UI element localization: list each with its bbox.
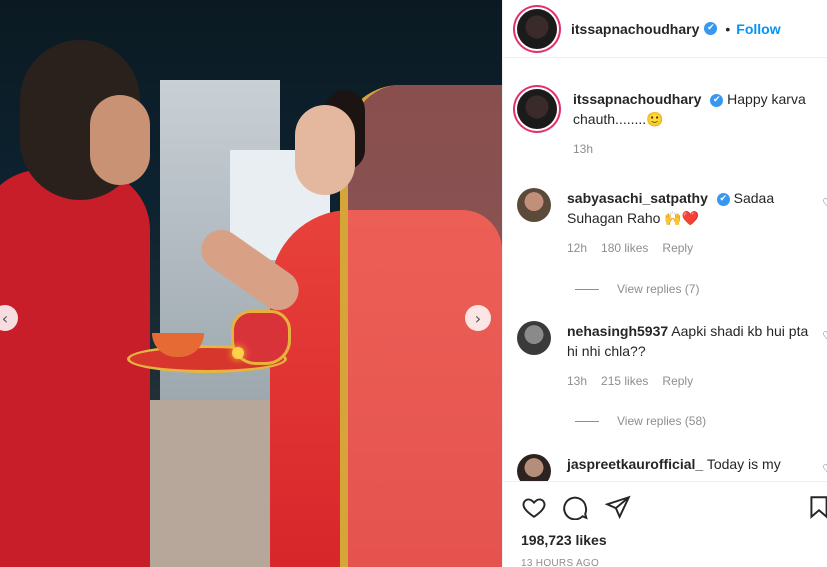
view-replies-button[interactable]: View replies (58) <box>575 414 706 428</box>
chevron-right-icon: › <box>474 308 482 328</box>
heart-icon[interactable] <box>521 494 547 520</box>
caption-meta: 13h <box>573 139 827 159</box>
commenter-avatar[interactable] <box>517 321 551 355</box>
commenter-avatar[interactable] <box>517 188 551 222</box>
post-timestamp[interactable]: 13 HOURS AGO <box>521 558 599 567</box>
caption-username[interactable]: itssapnachoudhary <box>573 91 701 107</box>
author-avatar-small[interactable] <box>517 89 557 129</box>
comment-text: Today is my <box>706 456 781 472</box>
comment-username[interactable]: nehasingh5937 <box>567 323 668 339</box>
like-comment-heart-icon[interactable]: ♡ <box>822 196 827 210</box>
comment-likes[interactable]: 215 likes <box>601 371 648 391</box>
author-username[interactable]: itssapnachoudhary <box>571 21 699 37</box>
comment-item: nehasingh5937 Aapki shadi kb hui pta hi … <box>517 321 827 391</box>
chevron-left-icon: ‹ <box>1 308 9 328</box>
comment-time[interactable]: 12h <box>567 238 587 258</box>
bookmark-icon[interactable] <box>806 494 827 520</box>
post-side-panel: itssapnachoudhary ✔ • Follow itssapnacho… <box>502 0 827 567</box>
caption-time[interactable]: 13h <box>573 139 593 159</box>
view-replies-label: View replies (58) <box>617 414 707 428</box>
post-header: itssapnachoudhary ✔ • Follow <box>503 0 827 58</box>
next-image-button[interactable]: › <box>465 305 491 331</box>
post-actions: 198,723 likes 13 HOURS AGO <box>503 481 827 567</box>
like-comment-heart-icon[interactable]: ♡ <box>822 329 827 343</box>
comment-item: jaspreetkaurofficial_ Today is my ♡ <box>517 454 827 481</box>
comments-list[interactable]: itssapnachoudhary ✔ Happy karva chauth..… <box>503 59 827 481</box>
comment-meta: 13h 215 likes Reply <box>567 371 822 391</box>
comment-time[interactable]: 13h <box>567 371 587 391</box>
verified-badge-icon: ✔ <box>704 22 718 35</box>
verified-badge-icon: ✔ <box>716 192 730 206</box>
comment-likes[interactable]: 180 likes <box>601 238 648 258</box>
verified-badge-icon: ✔ <box>710 93 724 107</box>
separator-dot: • <box>725 20 731 37</box>
reply-button[interactable]: Reply <box>662 371 693 391</box>
comment-username[interactable]: jaspreetkaurofficial_ <box>567 456 703 472</box>
like-count[interactable]: 198,723 likes <box>521 532 607 548</box>
like-comment-heart-icon[interactable]: ♡ <box>822 462 827 476</box>
comment-meta: 12h 180 likes Reply <box>567 238 822 258</box>
replies-divider <box>575 420 599 422</box>
reply-button[interactable]: Reply <box>662 238 693 258</box>
comment-username[interactable]: sabyasachi_satpathy <box>567 190 708 206</box>
comment-icon[interactable] <box>563 494 589 520</box>
replies-divider <box>575 288 599 290</box>
man-figure <box>0 170 150 567</box>
caption: itssapnachoudhary ✔ Happy karva chauth..… <box>517 89 827 159</box>
commenter-avatar[interactable] <box>517 454 551 481</box>
woman-face <box>295 105 355 195</box>
share-icon[interactable] <box>605 494 631 520</box>
post-photo[interactable]: ‹ › <box>0 0 502 567</box>
comment-item: sabyasachi_satpathy ✔ Sadaa Suhagan Raho… <box>517 188 827 258</box>
view-replies-button[interactable]: View replies (7) <box>575 282 699 296</box>
view-replies-label: View replies (7) <box>617 282 700 296</box>
diya-flame <box>232 347 244 359</box>
author-avatar[interactable] <box>517 8 557 49</box>
man-face <box>90 95 150 185</box>
follow-button[interactable]: Follow <box>736 21 780 37</box>
